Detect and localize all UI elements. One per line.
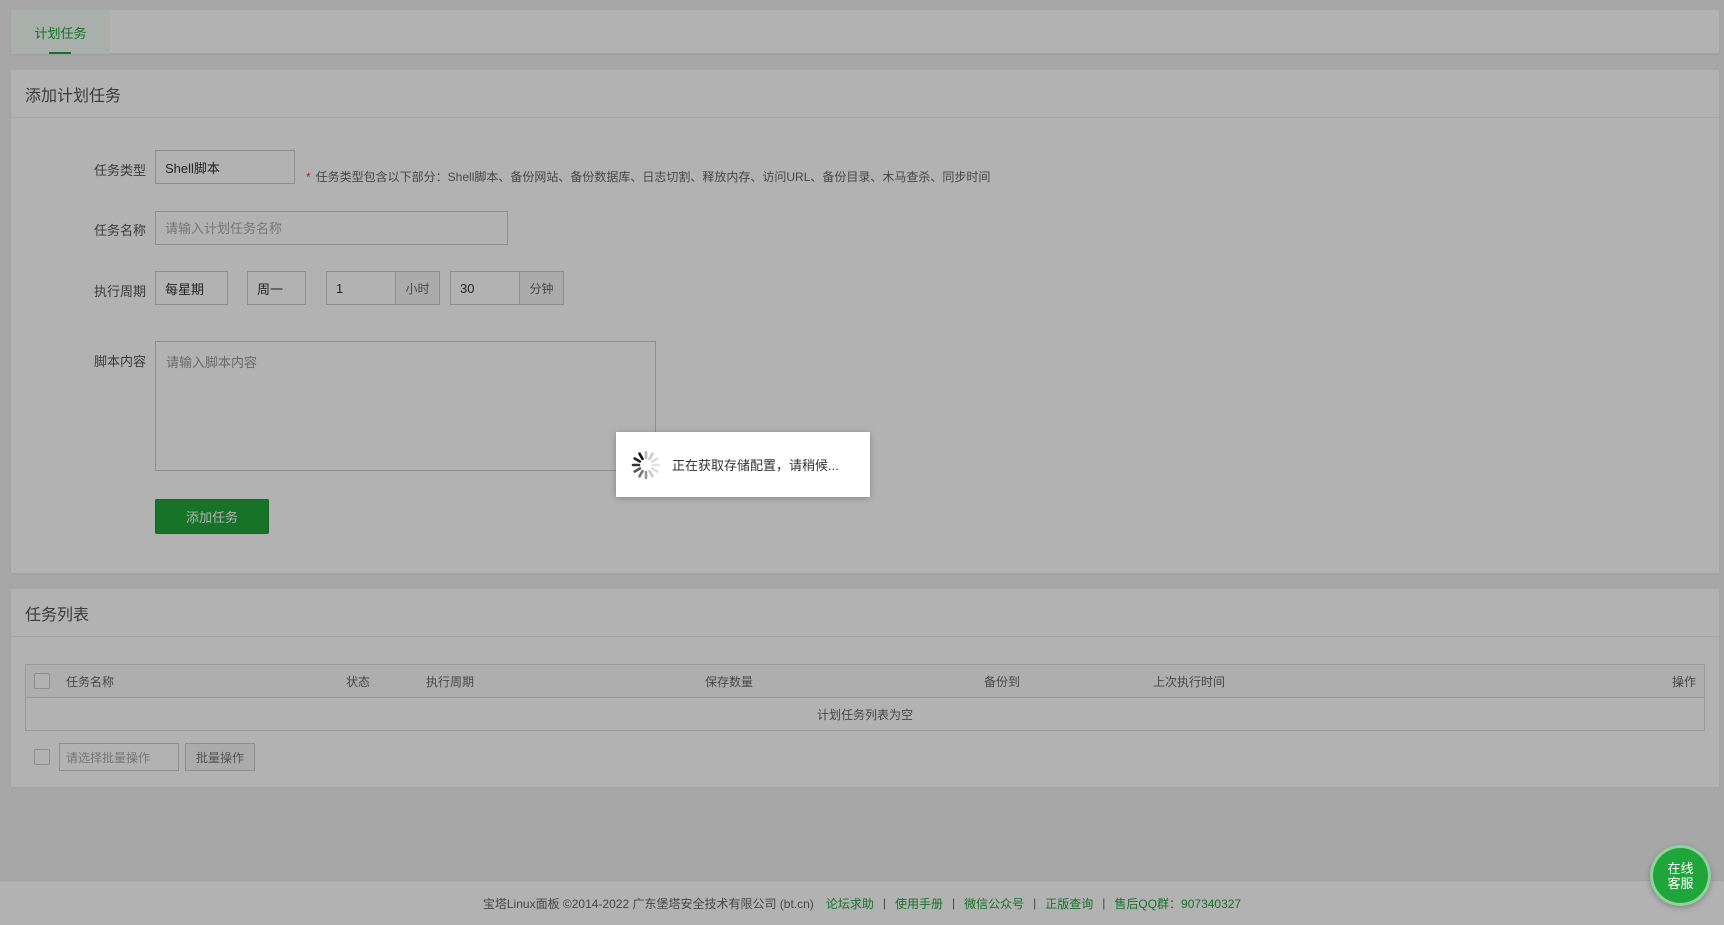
online-service-label: 在线 客服 xyxy=(1667,861,1693,891)
spinner-icon xyxy=(631,450,661,479)
online-service-line2: 客服 xyxy=(1667,875,1694,891)
loading-dialog: 正在获取存储配置，请稍候... xyxy=(616,432,870,497)
page: 计划任务 添加计划任务 任务类型 Shell脚本 * 任务类型包含以下部分：She… xyxy=(0,0,1724,925)
loading-text: 正在获取存储配置，请稍候... xyxy=(672,458,839,473)
online-service-button[interactable]: 在线 客服 xyxy=(1650,845,1711,906)
online-service-line1: 在线 xyxy=(1667,860,1694,876)
